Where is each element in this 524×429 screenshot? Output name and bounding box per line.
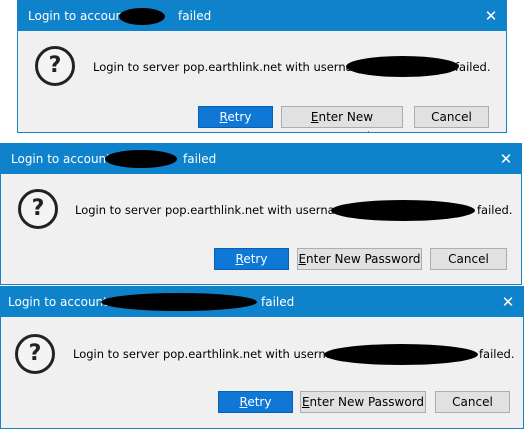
enter-new-password-mnemonic: E: [301, 395, 310, 409]
question-icon: ?: [35, 46, 75, 86]
question-icon: ?: [15, 334, 55, 374]
enter-new-password-button[interactable]: Enter New Password: [300, 391, 426, 413]
message-text: Login to server pop.earthlink.net with u…: [73, 347, 351, 361]
enter-new-password-button[interactable]: Enter New Password: [281, 106, 403, 132]
cancel-button[interactable]: Cancel: [435, 391, 510, 413]
login-failed-dialog-2: Login to account failed ✕ ? Login to ser…: [0, 143, 522, 285]
dialog-titlebar[interactable]: Login to account failed ✕: [1, 287, 523, 317]
redacted-account-name: [119, 8, 165, 25]
close-icon[interactable]: ✕: [491, 144, 521, 174]
dialog-title-suffix: failed: [183, 152, 217, 166]
message-suffix: failed.: [477, 203, 513, 217]
retry-label: etry: [227, 110, 252, 124]
login-failed-dialog-3: Login to account failed ✕ ? Login to ser…: [0, 286, 524, 429]
close-icon[interactable]: ✕: [476, 1, 506, 31]
redacted-username: [331, 200, 475, 221]
dialog-title-suffix: failed: [261, 295, 295, 309]
redacted-account-name: [105, 150, 177, 168]
retry-label: etry: [243, 252, 268, 266]
dialog-title-prefix: Login to account: [8, 295, 108, 309]
redacted-account-name: [101, 293, 257, 311]
dialog-title-prefix: Login to account: [28, 9, 128, 23]
dialog-titlebar[interactable]: Login to account failed ✕: [1, 144, 521, 174]
message-text: Login to server pop.earthlink.net with u…: [93, 60, 371, 74]
dialog-titlebar[interactable]: Login to account failed ✕: [18, 1, 506, 31]
retry-button[interactable]: Retry: [218, 391, 293, 413]
redacted-username: [346, 56, 459, 77]
retry-button[interactable]: Retry: [214, 248, 289, 270]
retry-button[interactable]: Retry: [198, 106, 273, 128]
login-failed-dialog-1: Login to account failed ✕ ? Login to ser…: [17, 0, 507, 133]
dialog-title-suffix: failed: [178, 9, 212, 23]
cancel-button[interactable]: Cancel: [430, 248, 507, 270]
retry-label: etry: [247, 395, 272, 409]
dialog-title-prefix: Login to account: [11, 152, 111, 166]
enter-new-password-label: nter New Password: [306, 252, 421, 266]
enter-new-password-label: nter New Password: [314, 110, 374, 132]
cancel-button[interactable]: Cancel: [414, 106, 489, 128]
enter-new-password-button[interactable]: Enter New Password: [297, 248, 422, 270]
redacted-username: [324, 344, 478, 365]
enter-new-password-label: nter New Password: [309, 395, 425, 409]
question-icon: ?: [18, 189, 58, 229]
close-icon[interactable]: ✕: [493, 287, 523, 317]
message-suffix: failed.: [455, 60, 491, 74]
message-suffix: failed.: [479, 347, 515, 361]
enter-new-password-mnemonic: E: [298, 252, 307, 266]
message-text: Login to server pop.earthlink.net with u…: [75, 203, 353, 217]
